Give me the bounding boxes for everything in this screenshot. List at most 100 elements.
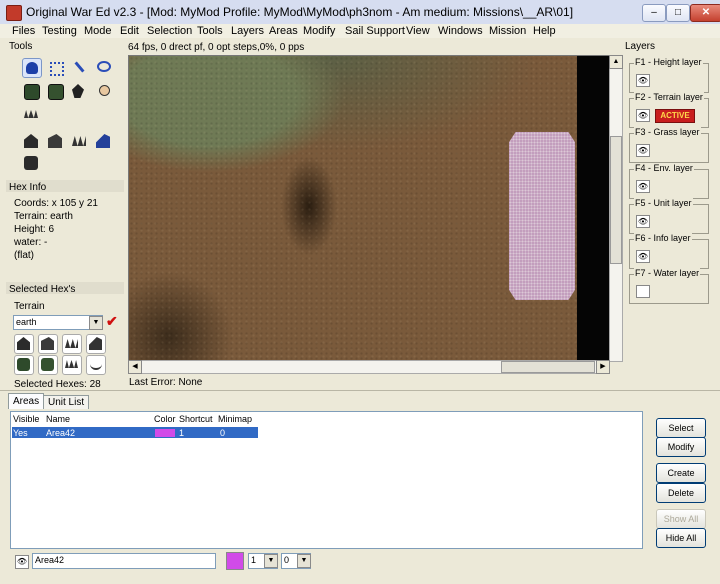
- vertical-scroll-thumb[interactable]: [610, 136, 622, 264]
- area-selection-overlay[interactable]: [509, 132, 575, 300]
- col-name[interactable]: Name: [46, 414, 70, 424]
- scroll-left-icon[interactable]: ◀: [128, 360, 142, 374]
- eye-icon[interactable]: 👁: [636, 250, 650, 263]
- close-button[interactable]: ✕: [690, 4, 720, 22]
- chevron-down-icon[interactable]: ▼: [89, 316, 103, 330]
- building-4-icon[interactable]: [94, 132, 112, 150]
- shortcut-select[interactable]: 1 ▼: [248, 553, 278, 569]
- scroll-right-icon[interactable]: ▶: [596, 360, 610, 374]
- eye-icon[interactable]: 👁: [636, 180, 650, 193]
- eye-icon[interactable]: 👁: [636, 144, 650, 157]
- delete-button[interactable]: Delete: [656, 483, 706, 503]
- building-2-icon[interactable]: [46, 132, 64, 150]
- layer-grass: F3 - Grass layer 👁: [629, 127, 709, 163]
- selected-tools-grid: [14, 334, 110, 375]
- chevron-down-icon[interactable]: ▼: [297, 554, 311, 568]
- eye-icon[interactable]: 👁: [636, 74, 650, 87]
- menu-modify[interactable]: Modify: [303, 24, 335, 38]
- menu-tools[interactable]: Tools: [197, 24, 223, 38]
- water-visibility-checkbox[interactable]: [636, 285, 650, 298]
- menu-areas[interactable]: Areas: [269, 24, 298, 38]
- building-5-icon[interactable]: [22, 154, 40, 172]
- hand-tool-icon[interactable]: [22, 58, 42, 78]
- select-button[interactable]: Select: [656, 418, 706, 438]
- map-edge: [577, 56, 611, 361]
- building-1-icon[interactable]: [22, 132, 40, 150]
- sel-building-1-icon[interactable]: [14, 334, 34, 354]
- create-button[interactable]: Create: [656, 463, 706, 483]
- terrain-brush-2-icon[interactable]: [46, 82, 64, 100]
- move-arrows-icon[interactable]: [46, 58, 64, 76]
- col-shortcut[interactable]: Shortcut: [179, 414, 213, 424]
- area-name-input[interactable]: Area42: [32, 553, 216, 569]
- sel-building-3-icon[interactable]: [62, 334, 82, 354]
- active-badge[interactable]: ACTIVE: [655, 109, 695, 123]
- menu-testing[interactable]: Testing: [42, 24, 77, 38]
- menu-sail-support[interactable]: Sail Support: [345, 24, 405, 38]
- menu-windows[interactable]: Windows: [438, 24, 483, 38]
- tab-areas[interactable]: Areas: [8, 393, 45, 409]
- terrain-select[interactable]: earth ▼: [13, 315, 103, 330]
- window-title: Original War Ed v2.3 - [Mod: MyMod Profi…: [26, 5, 574, 19]
- map-horizontal-scrollbar[interactable]: ◀ ▶: [128, 360, 610, 374]
- grass-tool-icon[interactable]: [22, 106, 40, 124]
- title-bar: Original War Ed v2.3 - [Mod: MyMod Profi…: [0, 0, 720, 25]
- scroll-up-icon[interactable]: ▲: [609, 55, 623, 69]
- sel-terrain-2-icon[interactable]: [38, 355, 58, 375]
- layer-env-label: F4 - Env. layer: [634, 163, 694, 173]
- hexinfo-flat: (flat): [14, 250, 34, 261]
- sel-terrain-1-icon[interactable]: [14, 355, 34, 375]
- terrain-brush-1-icon[interactable]: [22, 82, 40, 100]
- map-viewport[interactable]: [128, 55, 612, 362]
- pencil-icon[interactable]: [70, 58, 88, 76]
- last-error-status: Last Error: None: [129, 377, 203, 388]
- eye-icon[interactable]: 👁: [636, 109, 650, 122]
- menu-mode[interactable]: Mode: [84, 24, 112, 38]
- tab-unit-list[interactable]: Unit List: [43, 395, 90, 409]
- building-3-icon[interactable]: [70, 132, 88, 150]
- row-name: Area42: [46, 428, 76, 438]
- layer-height-label: F1 - Height layer: [634, 57, 703, 67]
- terrain-value: earth: [16, 317, 37, 327]
- apply-check-icon[interactable]: ✔: [106, 313, 118, 330]
- menu-mission[interactable]: Mission: [489, 24, 526, 38]
- menu-help[interactable]: Help: [533, 24, 556, 38]
- map-vertical-scrollbar[interactable]: ▲: [609, 55, 623, 362]
- menu-view[interactable]: View: [406, 24, 430, 38]
- col-visible[interactable]: Visible: [13, 414, 39, 424]
- menu-edit[interactable]: Edit: [120, 24, 139, 38]
- lasso-icon[interactable]: [94, 58, 112, 76]
- hide-all-button[interactable]: Hide All: [656, 528, 706, 548]
- layer-terrain-label: F2 - Terrain layer: [634, 92, 704, 102]
- layers-label: Layers: [625, 41, 656, 52]
- modify-button[interactable]: Modify: [656, 437, 706, 457]
- menu-files[interactable]: Files: [12, 24, 35, 38]
- row-shortcut: 1: [179, 428, 185, 438]
- unit-place-icon[interactable]: [70, 82, 88, 100]
- minimap-select[interactable]: 0 ▼: [281, 553, 311, 569]
- row-minimap: 0: [220, 428, 226, 438]
- chevron-down-icon[interactable]: ▼: [264, 554, 278, 568]
- menu-layers[interactable]: Layers: [231, 24, 264, 38]
- col-minimap[interactable]: Minimap: [218, 414, 252, 424]
- minimize-button[interactable]: –: [642, 4, 666, 22]
- hexinfo-water: water: -: [14, 237, 48, 248]
- minimap-value: 0: [284, 555, 290, 565]
- areas-list[interactable]: Visible Name Color Shortcut Minimap Yes …: [10, 411, 643, 549]
- tools-palette: [8, 52, 123, 180]
- horizontal-scroll-thumb[interactable]: [501, 361, 595, 373]
- area-color-picker[interactable]: [226, 552, 244, 570]
- layer-grass-label: F3 - Grass layer: [634, 127, 701, 137]
- sel-building-2-icon[interactable]: [38, 334, 58, 354]
- selected-hexes-label: Selected Hex's: [9, 284, 76, 295]
- maximize-button[interactable]: □: [666, 4, 690, 22]
- sel-building-4-icon[interactable]: [86, 334, 106, 354]
- show-all-button[interactable]: Show All: [656, 509, 706, 529]
- sel-water-icon[interactable]: [86, 355, 106, 375]
- col-color[interactable]: Color: [154, 414, 176, 424]
- sel-grass-icon[interactable]: [62, 355, 82, 375]
- person-icon[interactable]: [94, 82, 112, 100]
- eye-icon[interactable]: 👁: [636, 215, 650, 228]
- menu-selection[interactable]: Selection: [147, 24, 192, 38]
- area-visible-eye-icon[interactable]: 👁: [15, 555, 29, 569]
